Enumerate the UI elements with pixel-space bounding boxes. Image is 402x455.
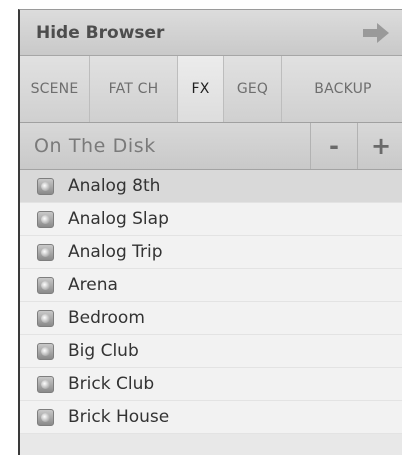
- tab-scene[interactable]: SCENE: [20, 56, 90, 122]
- disk-title: On The Disk: [34, 135, 156, 157]
- preset-file-icon: [37, 342, 54, 360]
- preset-list: Analog 8th Analog Slap Analog Trip Arena Bed…: [20, 170, 402, 434]
- plus-button[interactable]: +: [357, 123, 402, 169]
- tab-backup[interactable]: BACKUP: [282, 56, 402, 122]
- preset-file-icon: [37, 375, 54, 393]
- preset-file-icon: [37, 210, 54, 228]
- list-item[interactable]: Brick House: [20, 401, 402, 434]
- list-item-label: Bedroom: [68, 308, 145, 328]
- list-item-label: Brick Club: [68, 374, 155, 394]
- minus-button[interactable]: -: [310, 123, 357, 169]
- list-item[interactable]: Analog Slap: [20, 203, 402, 236]
- preset-file-icon: [37, 177, 54, 195]
- list-item[interactable]: Brick Club: [20, 368, 402, 401]
- tab-fx[interactable]: FX: [178, 56, 224, 122]
- list-item[interactable]: Bedroom: [20, 302, 402, 335]
- list-item-label: Big Club: [68, 341, 139, 361]
- list-item[interactable]: Analog Trip: [20, 236, 402, 269]
- list-item-label: Analog Trip: [68, 242, 163, 262]
- list-item[interactable]: Big Club: [20, 335, 402, 368]
- browser-panel: Hide Browser SCENE FAT CH FX GEQ BACKUP …: [18, 9, 402, 455]
- list-item-label: Analog 8th: [68, 176, 161, 196]
- preset-file-icon: [37, 309, 54, 327]
- list-item[interactable]: Arena: [20, 269, 402, 302]
- disk-bar: On The Disk - +: [20, 123, 402, 170]
- list-item-label: Arena: [68, 275, 118, 295]
- hide-browser-label: Hide Browser: [36, 22, 165, 43]
- tab-fat-ch[interactable]: FAT CH: [90, 56, 178, 122]
- hide-browser-bar[interactable]: Hide Browser: [20, 10, 402, 56]
- tab-bar: SCENE FAT CH FX GEQ BACKUP: [20, 56, 402, 123]
- list-item[interactable]: Analog 8th: [20, 170, 402, 203]
- list-item-label: Analog Slap: [68, 209, 169, 229]
- tab-geq[interactable]: GEQ: [224, 56, 282, 122]
- preset-file-icon: [37, 243, 54, 261]
- arrow-right-icon[interactable]: [362, 22, 390, 44]
- list-item-label: Brick House: [68, 407, 170, 427]
- preset-file-icon: [37, 276, 54, 294]
- preset-file-icon: [37, 408, 54, 426]
